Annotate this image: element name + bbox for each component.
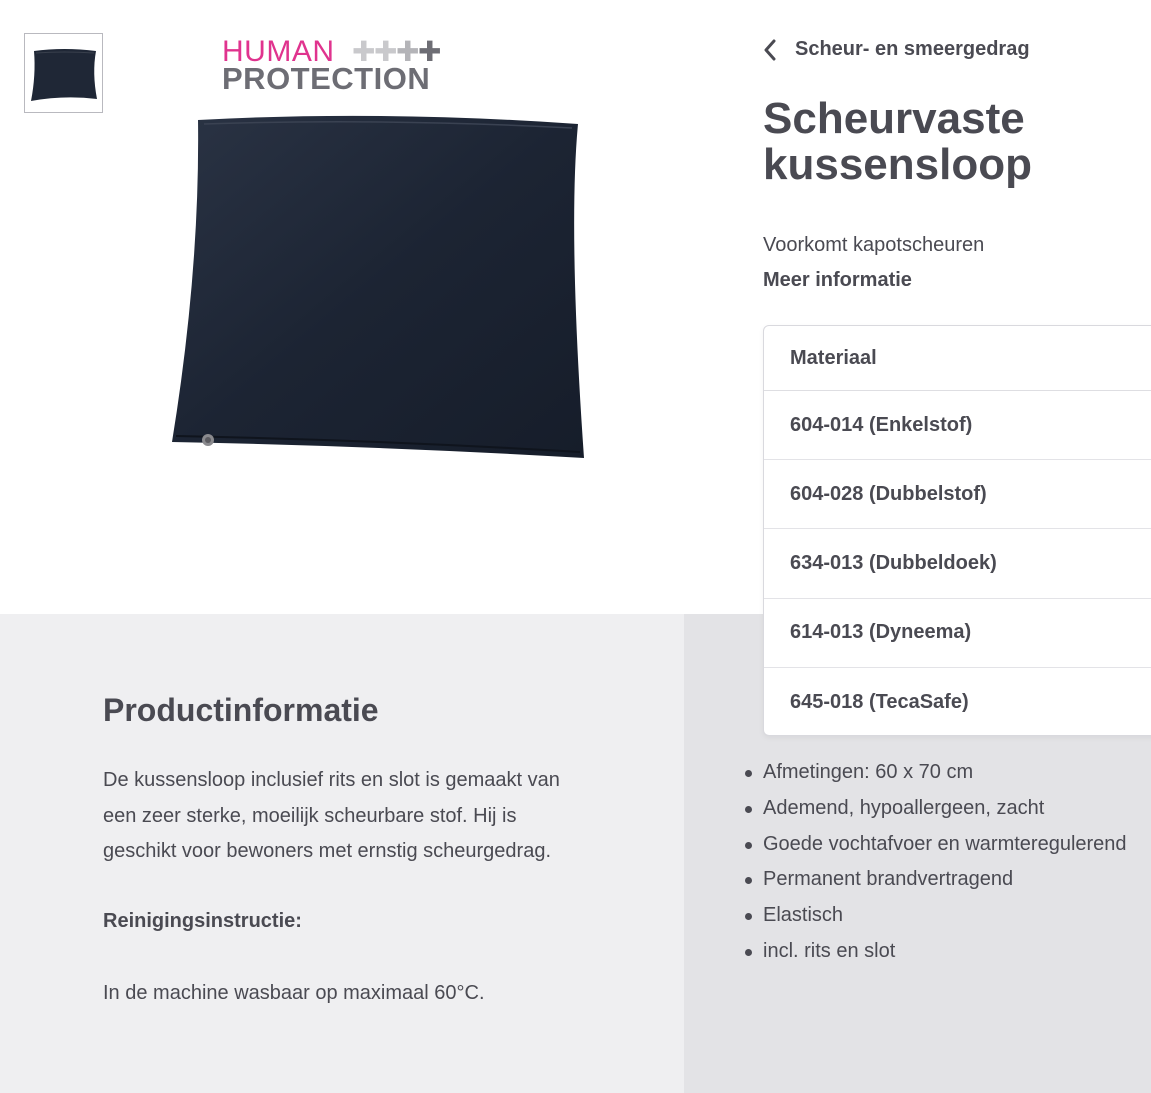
product-info-title: Productinformatie [103, 692, 379, 728]
brand-logo: HUMAN ✚ ✚ ✚ ✚ PROTECTION [222, 36, 452, 96]
material-option[interactable]: 614-013 (Dyneema) [764, 599, 1151, 668]
material-option[interactable]: 645-018 (TecaSafe) [764, 668, 1151, 735]
material-option[interactable]: 604-014 (Enkelstof) [764, 391, 1151, 461]
chevron-left-icon [764, 39, 776, 60]
feature-item: Elastisch [742, 898, 1127, 934]
feature-list: Afmetingen: 60 x 70 cm Ademend, hypoalle… [742, 755, 1127, 970]
cleaning-text: In de machine wasbaar op maximaal 60°C. [103, 982, 485, 1004]
feature-item: Afmetingen: 60 x 70 cm [742, 755, 1127, 791]
material-dropdown-label[interactable]: Materiaal [764, 326, 1151, 391]
pillow-image-icon [172, 115, 584, 458]
back-link[interactable]: Scheur- en smeergedrag [763, 38, 1030, 61]
material-dropdown[interactable]: Materiaal 604-014 (Enkelstof) 604-028 (D… [763, 325, 1151, 736]
page-title: Scheurvaste kussensloop [763, 94, 1032, 189]
cleaning-title: Reinigingsinstructie: [103, 910, 302, 932]
feature-item: Goede vochtafvoer en warmteregulerend [742, 827, 1127, 863]
feature-item: Permanent brandvertragend [742, 862, 1127, 898]
more-info-link[interactable]: Meer informatie [763, 269, 912, 292]
thumbnail-pillow[interactable] [24, 33, 103, 113]
feature-item: Ademend, hypoallergeen, zacht [742, 791, 1127, 827]
logo-line-protection: PROTECTION [222, 61, 431, 96]
product-description: De kussensloop inclusief rits en slot is… [103, 769, 560, 862]
material-option[interactable]: 634-013 (Dubbeldoek) [764, 529, 1151, 599]
pillow-thumbnail-icon [30, 49, 97, 101]
product-subtitle: Voorkomt kapotscheuren [763, 234, 985, 256]
back-link-label: Scheur- en smeergedrag [795, 38, 1030, 60]
feature-item: incl. rits en slot [742, 934, 1127, 970]
material-option[interactable]: 604-028 (Dubbelstof) [764, 460, 1151, 530]
